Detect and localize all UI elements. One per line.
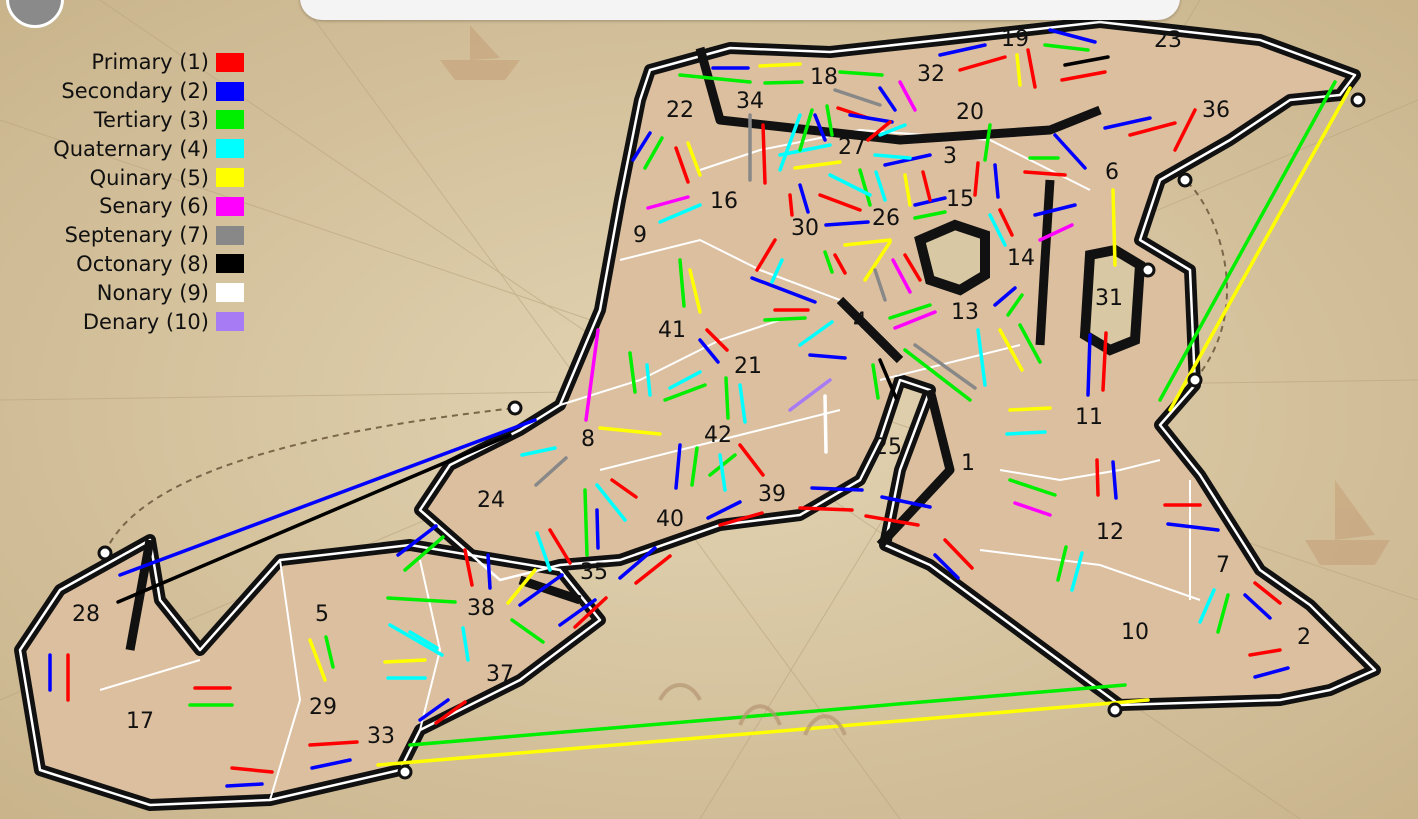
territory-5[interactable]: 5 [315,602,329,627]
legend-item: Tertiary (3) [0,106,250,135]
territory-28[interactable]: 28 [72,602,100,627]
territory-32[interactable]: 32 [917,62,945,87]
lake-center [914,219,990,296]
territory-16[interactable]: 16 [710,189,738,214]
territory-27[interactable]: 27 [838,135,866,160]
legend-swatch [216,312,244,332]
territory-4[interactable]: 4 [853,309,867,334]
territory-13[interactable]: 13 [951,300,979,325]
legend-label: Tertiary (3) [93,107,209,132]
legend-swatch [216,196,244,216]
legend-item: Quaternary (4) [0,134,250,163]
territory-10[interactable]: 10 [1121,620,1149,645]
territory-41[interactable]: 41 [658,318,686,343]
territory-36[interactable]: 36 [1202,98,1230,123]
territory-39[interactable]: 39 [758,482,786,507]
territory-15[interactable]: 15 [946,187,974,212]
legend-swatch [216,283,244,303]
legend-label: Senary (6) [99,194,209,219]
legend-label: Nonary (9) [96,280,209,305]
territory-18[interactable]: 18 [810,65,838,90]
territory-23[interactable]: 23 [1154,28,1182,53]
territory-17[interactable]: 17 [126,709,154,734]
territory-3[interactable]: 3 [943,144,957,169]
territory-21[interactable]: 21 [734,354,762,379]
legend-swatch [216,81,244,101]
territory-33[interactable]: 33 [367,724,395,749]
attack-legend: Primary (1) Secondary (2) Tertiary (3) Q… [0,48,250,336]
territory-20[interactable]: 20 [956,100,984,125]
territory-11[interactable]: 11 [1075,405,1103,430]
legend-item: Denary (10) [0,307,250,336]
legend-label: Denary (10) [82,309,209,334]
legend-swatch [216,139,244,159]
legend-item: Septenary (7) [0,221,250,250]
territory-29[interactable]: 29 [309,695,337,720]
legend-label: Septenary (7) [64,223,209,248]
legend-item: Primary (1) [0,48,250,77]
territory-19[interactable]: 19 [1001,27,1029,52]
legend-item: Secondary (2) [0,77,250,106]
territory-31[interactable]: 31 [1095,286,1123,311]
legend-label: Secondary (2) [61,79,209,104]
territory-26[interactable]: 26 [872,206,900,231]
territory-22[interactable]: 22 [666,98,694,123]
legend-swatch [216,225,244,245]
territory-30[interactable]: 30 [791,216,819,241]
territory-2[interactable]: 2 [1297,625,1311,650]
territory-14[interactable]: 14 [1007,246,1035,271]
territory-1[interactable]: 1 [961,451,975,476]
territory-6[interactable]: 6 [1105,160,1119,185]
territory-38[interactable]: 38 [467,596,495,621]
territory-40[interactable]: 40 [656,507,684,532]
legend-label: Primary (1) [91,50,209,75]
legend-item: Nonary (9) [0,278,250,307]
legend-item: Octonary (8) [0,250,250,279]
territory-9[interactable]: 9 [633,223,647,248]
legend-label: Quaternary (4) [53,136,209,161]
territory-42[interactable]: 42 [704,423,732,448]
legend-label: Quinary (5) [89,165,209,190]
legend-label: Octonary (8) [76,251,209,276]
legend-swatch [216,168,244,188]
territory-34[interactable]: 34 [736,89,764,114]
territory-35[interactable]: 35 [580,560,608,585]
legend-swatch [216,254,244,274]
legend-swatch [216,52,244,72]
legend-swatch [216,110,244,130]
territory-25[interactable]: 25 [874,435,902,460]
legend-item: Senary (6) [0,192,250,221]
territory-8[interactable]: 8 [581,427,595,452]
territory-7[interactable]: 7 [1216,553,1230,578]
top-toolbar [300,0,1180,20]
territory-24[interactable]: 24 [477,488,505,513]
territory-12[interactable]: 12 [1096,520,1124,545]
territory-37[interactable]: 37 [486,662,514,687]
legend-item: Quinary (5) [0,163,250,192]
